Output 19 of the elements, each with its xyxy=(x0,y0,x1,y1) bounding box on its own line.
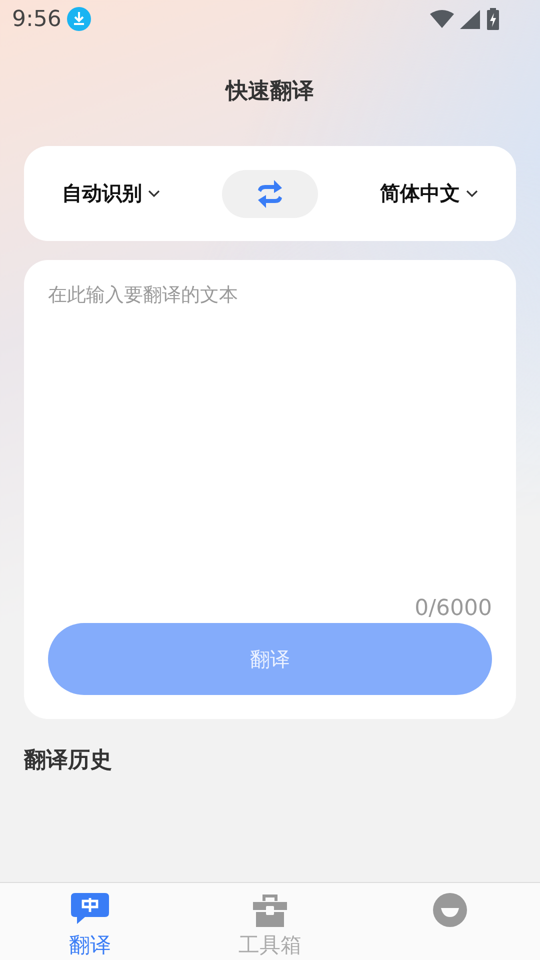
nav-tab[interactable]: 工具箱 xyxy=(180,883,360,960)
battery-icon xyxy=(486,8,500,30)
character-counter: 0/6000 xyxy=(414,596,492,621)
toolbox-icon xyxy=(253,893,287,927)
chevron-down-icon xyxy=(148,190,160,198)
smiley-icon xyxy=(433,893,467,927)
source-language-dropdown[interactable]: 自动识别 xyxy=(62,180,160,207)
download-icon xyxy=(67,7,92,31)
target-language-dropdown[interactable]: 简体中文 xyxy=(380,180,478,207)
swap-arrows-icon xyxy=(256,180,284,208)
swap-button[interactable] xyxy=(222,170,318,218)
nav-tab[interactable]: 翻译 xyxy=(0,883,180,960)
status-time: 9:56 xyxy=(12,6,62,32)
chat-bubble-icon xyxy=(71,893,109,927)
wifi-icon xyxy=(430,10,454,28)
signal-icon xyxy=(460,10,480,28)
chevron-down-icon xyxy=(466,190,478,198)
page-title: 快速翻译 xyxy=(226,78,314,106)
history-title: 翻译历史 xyxy=(24,747,112,775)
